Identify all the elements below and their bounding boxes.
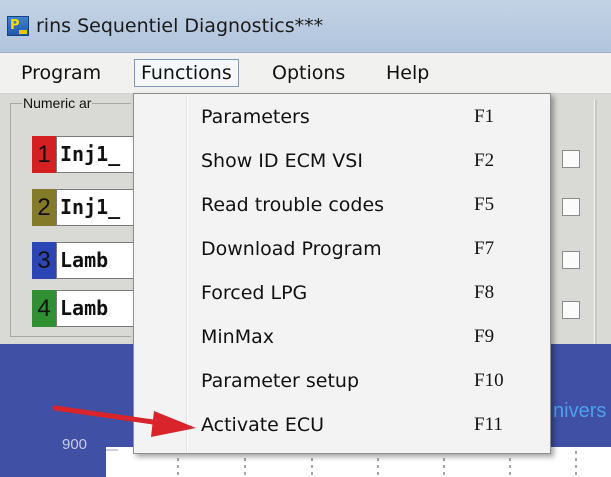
chart-y-tick-label: 900 [62,436,88,453]
menu-item-label: Read trouble codes [201,194,385,216]
menu-item-minmax[interactable]: MinMax F9 [134,320,550,356]
numeric-group-label: Numeric ar [22,95,93,111]
channel-2-checkbox[interactable] [562,198,580,216]
menu-item-shortcut: F11 [474,414,503,435]
app-icon[interactable]: P [7,16,29,36]
menu-item-show-id-ecm-vsi[interactable]: Show ID ECM VSI F2 [134,144,550,180]
menu-item-shortcut: F8 [474,282,495,303]
channel-3-number: 3 [32,242,56,279]
menu-item-shortcut: F10 [474,370,504,391]
channel-1-number: 1 [32,136,56,173]
channel-3-value-field[interactable]: Lamb [56,242,136,279]
menu-item-label: Show ID ECM VSI [201,150,363,172]
menu-item-label: Forced LPG [201,282,308,304]
channel-1-value-field[interactable]: Inj1_ [56,136,136,173]
functions-dropdown: Parameters F1 Show ID ECM VSI F2 Read tr… [133,93,551,454]
menu-item-activate-ecu[interactable]: Activate ECU F11 [134,408,550,444]
menu-help[interactable]: Help [380,59,435,87]
title-bar: P rins Sequentiel Diagnostics*** [0,0,611,53]
menu-functions[interactable]: Functions [134,59,239,87]
channel-4-checkbox[interactable] [562,301,580,319]
menu-item-parameters[interactable]: Parameters F1 [134,100,550,136]
menu-item-shortcut: F7 [474,238,495,259]
menu-item-label: Activate ECU [201,414,325,436]
menu-item-label: MinMax [201,326,274,348]
window-title: rins Sequentiel Diagnostics*** [36,15,324,37]
menu-item-shortcut: F1 [474,106,495,127]
menu-item-shortcut: F5 [474,194,495,215]
menu-item-download-program[interactable]: Download Program F7 [134,232,550,268]
channel-4-value-field[interactable]: Lamb [56,290,136,327]
channel-1-checkbox[interactable] [562,150,580,168]
menu-item-read-trouble-codes[interactable]: Read trouble codes F5 [134,188,550,224]
menu-item-shortcut: F2 [474,150,495,171]
menu-item-forced-lpg[interactable]: Forced LPG F8 [134,276,550,312]
channel-2-value-field[interactable]: Inj1_ [56,189,136,226]
menu-item-parameter-setup[interactable]: Parameter setup F10 [134,364,550,400]
menu-item-label: Parameter setup [201,370,360,392]
channel-3-checkbox[interactable] [562,251,580,269]
menu-options[interactable]: Options [266,59,351,87]
channel-4-number: 4 [32,290,56,327]
menu-program[interactable]: Program [15,59,107,87]
chart-edge-text: nivers [553,400,607,422]
menu-item-label: Download Program [201,238,382,260]
menu-item-label: Parameters [201,106,310,128]
channel-2-number: 2 [32,189,56,226]
panel-divider [594,100,597,344]
menu-item-shortcut: F9 [474,326,495,347]
menu-bar: Program Functions Options Help [0,53,611,94]
